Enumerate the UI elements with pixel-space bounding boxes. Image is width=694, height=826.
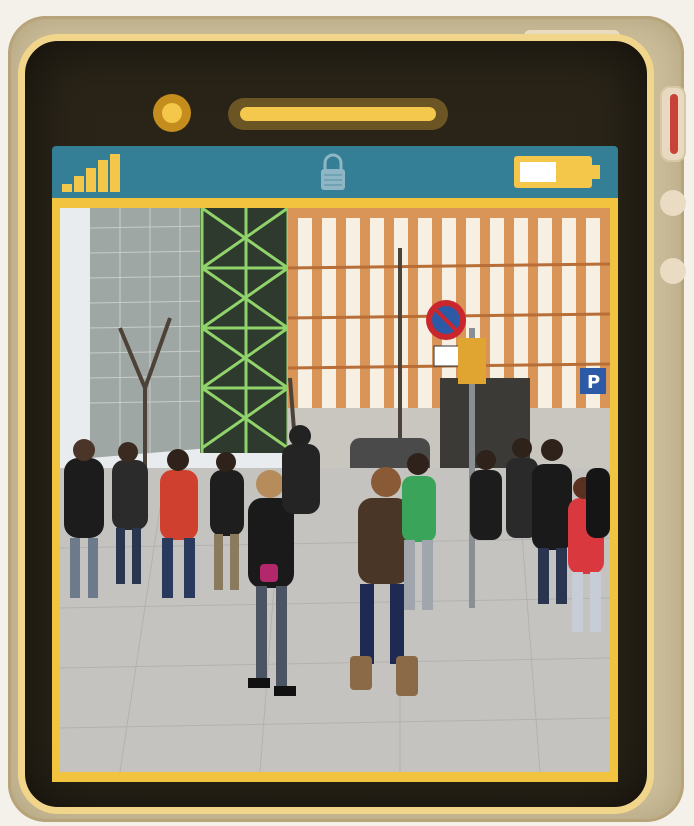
side-volume-down-button [660,258,686,284]
status-bar [52,146,618,198]
lock-icon [321,153,345,190]
side-power-button [660,86,686,162]
screen-frame: P [52,198,618,782]
battery-icon [514,156,600,188]
side-volume-up-button [660,190,686,216]
earpiece-speaker [228,98,448,130]
street-photo: P [60,208,610,772]
signal-bars-icon [62,154,120,192]
front-camera-icon [153,94,191,132]
parking-sign-letter: P [587,372,600,393]
